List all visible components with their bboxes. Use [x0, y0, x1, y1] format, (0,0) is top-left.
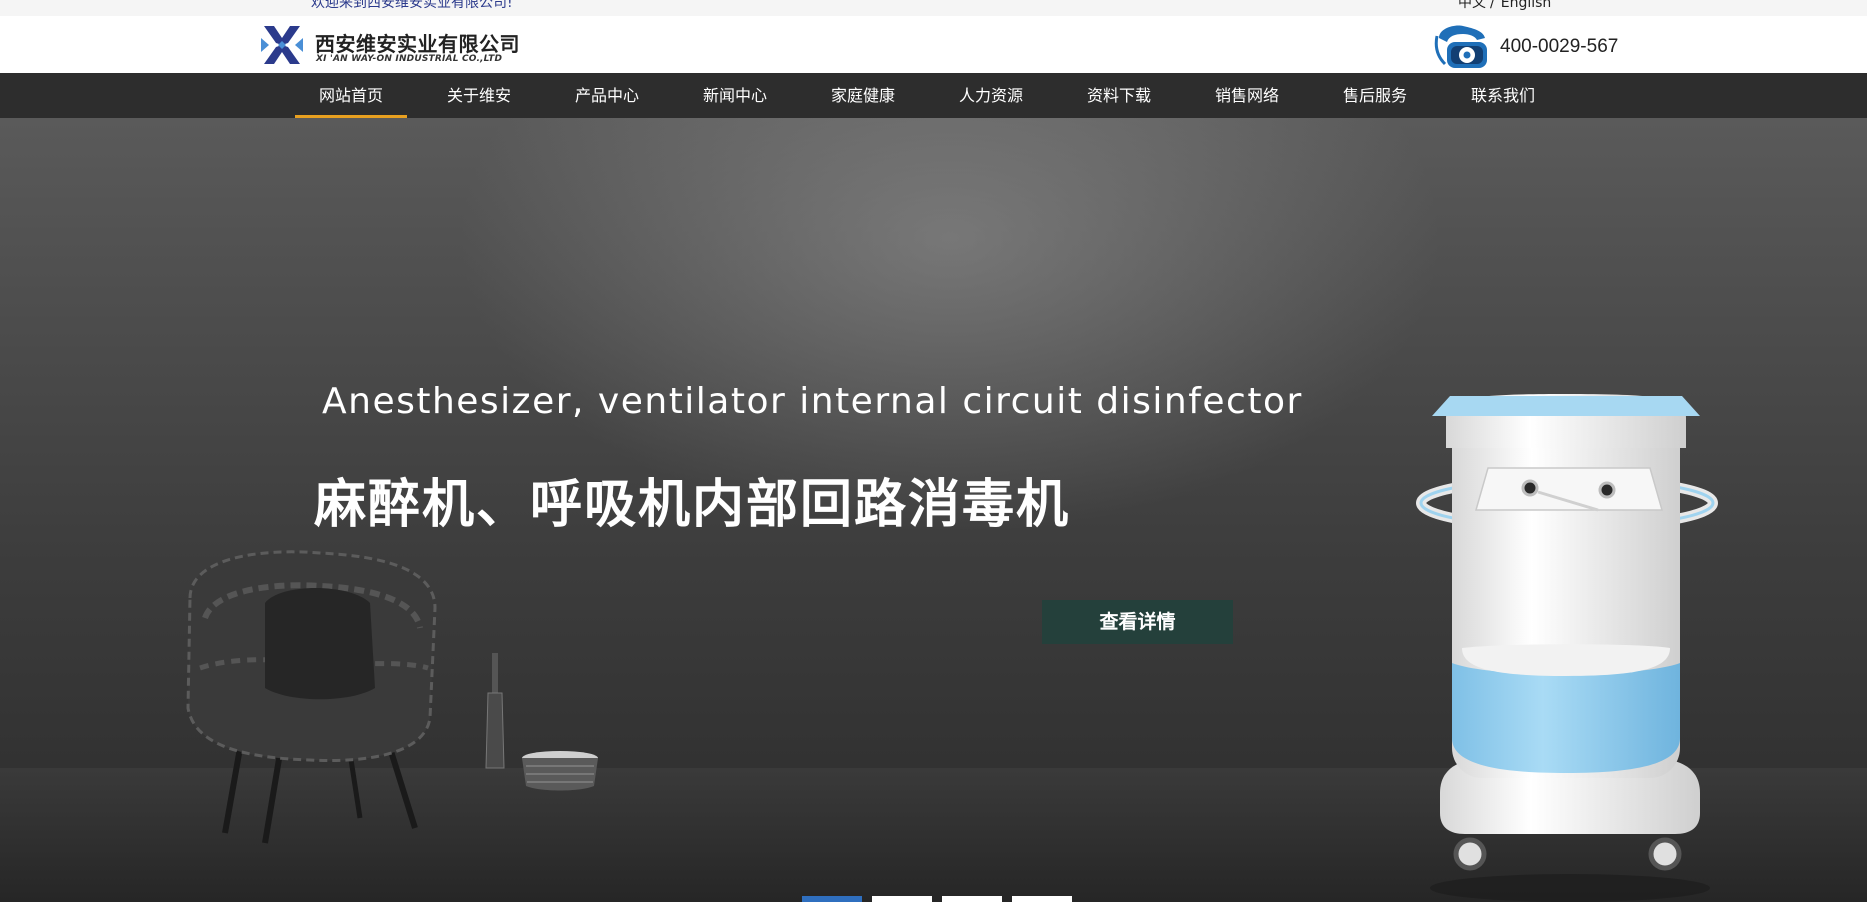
company-name-en: XI 'AN WAY-ON INDUSTRIAL CO.,LTD	[316, 54, 503, 64]
nav-item-hr[interactable]: 人力资源	[935, 73, 1047, 118]
nav-item-after-sales[interactable]: 售后服务	[1319, 73, 1431, 118]
hero-banner[interactable]: Anesthesizer, ventilator internal circui…	[0, 118, 1867, 902]
bowl-image	[522, 751, 598, 791]
telephone-icon	[1434, 25, 1487, 68]
nav-item-sales-network[interactable]: 销售网络	[1191, 73, 1303, 118]
main-nav: 网站首页 关于维安 产品中心 新闻中心 家庭健康 人力资源 资料下载 销售网络 …	[0, 73, 1867, 118]
lang-chinese-link[interactable]: 中文	[1458, 0, 1486, 11]
nav-item-about[interactable]: 关于维安	[423, 73, 535, 118]
hero-title: 麻醉机、呼吸机内部回路消毒机	[314, 475, 1071, 535]
welcome-text: 欢迎来到西安维安实业有限公司!	[311, 0, 513, 11]
site-header: 西安维安实业有限公司 XI 'AN WAY-ON INDUSTRIAL CO.,…	[0, 16, 1867, 73]
nav-item-contact[interactable]: 联系我们	[1447, 73, 1559, 118]
nav-item-products[interactable]: 产品中心	[551, 73, 663, 118]
nav-item-downloads[interactable]: 资料下载	[1063, 73, 1175, 118]
nav-item-home[interactable]: 网站首页	[295, 73, 407, 118]
phone-number: 400-0029-567	[1500, 36, 1619, 57]
company-name-cn: 西安维安实业有限公司	[315, 32, 520, 56]
language-switch: 中文 / English	[1458, 0, 1551, 11]
disinfector-device-image	[1416, 394, 1718, 902]
slider-dot-2[interactable]	[872, 896, 932, 902]
view-details-button[interactable]: 查看详情	[1042, 600, 1233, 644]
lang-english-link[interactable]: English	[1501, 0, 1552, 11]
nav-item-news[interactable]: 新闻中心	[679, 73, 791, 118]
nav-item-family-health[interactable]: 家庭健康	[807, 73, 919, 118]
hero-subtitle: Anesthesizer, ventilator internal circui…	[322, 381, 1303, 422]
lang-separator: /	[1490, 0, 1495, 11]
armchair-image	[186, 550, 437, 844]
slider-dot-1[interactable]	[802, 896, 862, 902]
slider-dot-4[interactable]	[1012, 896, 1072, 902]
vase-image	[485, 653, 505, 769]
top-bar: 欢迎来到西安维安实业有限公司! 中文 / English	[0, 0, 1867, 16]
logo-mark-icon[interactable]	[261, 24, 303, 66]
slider-dot-3[interactable]	[942, 896, 1002, 902]
